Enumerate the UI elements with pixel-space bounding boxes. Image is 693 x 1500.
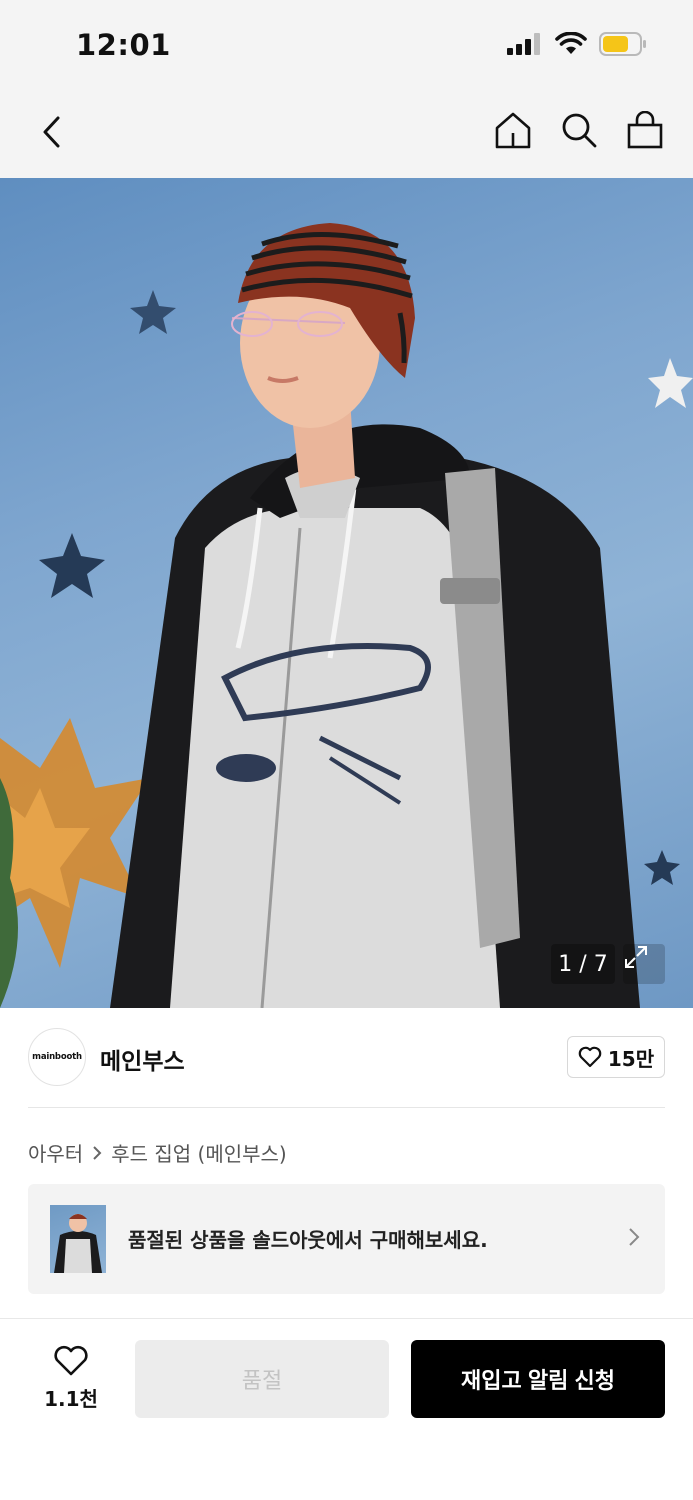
back-icon xyxy=(43,116,60,148)
nav-actions xyxy=(491,108,667,152)
wifi-icon xyxy=(555,32,587,54)
status-time: 12:01 xyxy=(76,28,171,62)
signal-icon xyxy=(507,33,540,55)
soldout-banner-text: 품절된 상품을 솔드아웃에서 구매해보세요. xyxy=(128,1228,488,1252)
thumbnail-illustration xyxy=(54,1214,102,1273)
soldout-thumbnail xyxy=(50,1205,106,1273)
battery-icon xyxy=(599,32,646,56)
wishlist-count: 1.1천 xyxy=(44,1387,98,1411)
image-counter: 1 / 7 xyxy=(551,944,615,984)
back-button[interactable] xyxy=(30,110,74,154)
breadcrumb-subcategory[interactable]: 후드 집업 (메인부스) xyxy=(111,1138,287,1167)
status-bar: 12:01 xyxy=(0,0,693,90)
cart-button[interactable] xyxy=(623,108,667,152)
bottom-action-bar: 1.1천 품절 재입고 알림 신청 xyxy=(0,1319,693,1500)
breadcrumb-category[interactable]: 아우터 xyxy=(28,1138,83,1167)
expand-icon xyxy=(625,946,647,968)
brand-like-button[interactable]: 15만 xyxy=(567,1036,665,1078)
product-image[interactable]: 1 / 7 xyxy=(0,178,693,1008)
soldout-button: 품절 xyxy=(135,1340,389,1418)
restock-alert-button[interactable]: 재입고 알림 신청 xyxy=(411,1340,665,1418)
home-button[interactable] xyxy=(491,108,535,152)
heart-icon xyxy=(54,1345,88,1376)
chevron-right-icon xyxy=(629,1228,640,1246)
divider xyxy=(28,1107,665,1108)
search-button[interactable] xyxy=(557,108,601,152)
nav-bar xyxy=(0,90,693,178)
brand-row[interactable]: mainbooth 메인부스 15만 xyxy=(28,1028,665,1088)
soldout-banner[interactable]: 품절된 상품을 솔드아웃에서 구매해보세요. xyxy=(28,1184,665,1294)
status-icons xyxy=(507,32,647,56)
breadcrumb: 아우터 후드 집업 (메인부스) xyxy=(28,1138,287,1167)
heart-icon xyxy=(578,1046,602,1068)
search-icon xyxy=(562,113,597,148)
chevron-right-icon xyxy=(93,1145,102,1160)
wishlist-button[interactable]: 1.1천 xyxy=(36,1345,106,1412)
brand-like-count: 15만 xyxy=(607,1046,655,1071)
cart-icon xyxy=(627,111,663,149)
product-photo-illustration xyxy=(0,223,693,1008)
home-icon xyxy=(495,112,531,149)
brand-name[interactable]: 메인부스 xyxy=(100,1042,185,1076)
brand-logo[interactable]: mainbooth xyxy=(28,1028,86,1086)
expand-image-button[interactable] xyxy=(623,944,665,984)
